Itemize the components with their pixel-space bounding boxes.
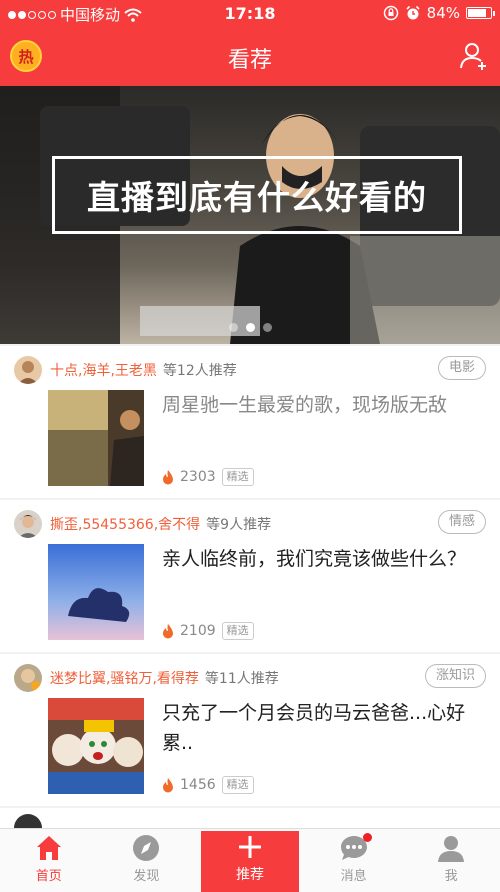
recommend-count: 等11人推荐 bbox=[204, 671, 279, 687]
article-title[interactable]: 只充了一个月会员的马云爸爸...心好累.. bbox=[162, 698, 486, 758]
tab-discover[interactable]: 发现 bbox=[98, 829, 196, 892]
article-stats: 1456 精选 bbox=[162, 776, 254, 794]
heat-count: 2303 bbox=[180, 469, 216, 485]
recommender-names[interactable]: 撕歪,55455366,舍不得 等9人推荐 bbox=[50, 514, 271, 534]
avatar[interactable] bbox=[14, 356, 42, 384]
recommender-list[interactable]: 十点,海羊,王老黑 bbox=[50, 363, 157, 379]
tab-me[interactable]: 我 bbox=[402, 829, 500, 892]
bottom-tab-bar: 首页 发现 推荐 消息 我 bbox=[0, 828, 500, 892]
pager-dot[interactable] bbox=[228, 323, 238, 332]
flame-icon bbox=[163, 623, 173, 638]
unread-badge bbox=[362, 833, 372, 842]
add-friend-icon[interactable] bbox=[458, 40, 490, 72]
avatar[interactable] bbox=[14, 664, 42, 692]
recommendation-feed: 十点,海羊,王老黑 等12人推荐 电影 周星驰一生最爱的歌，现场版无敌 2303 … bbox=[0, 346, 500, 828]
recommender-names[interactable]: 迷梦比翼,骚铭万,看得荐 等11人推荐 bbox=[50, 668, 279, 688]
battery-percent: 84% bbox=[426, 4, 460, 22]
article-title[interactable]: 亲人临终前，我们究竟该做些什么？ bbox=[162, 544, 486, 574]
battery-icon bbox=[466, 7, 495, 19]
banner-title: 直播到底有什么好看的 bbox=[87, 178, 427, 217]
article-thumbnail[interactable] bbox=[48, 698, 144, 794]
pager-dot-active[interactable] bbox=[245, 323, 255, 332]
alarm-icon bbox=[406, 5, 420, 20]
featured-banner[interactable]: 直播到底有什么好看的 bbox=[0, 86, 500, 344]
category-tag[interactable]: 涨知识 bbox=[424, 664, 486, 688]
plus-icon bbox=[238, 836, 261, 858]
recommender-names[interactable]: 十点,海羊,王老黑 等12人推荐 bbox=[50, 360, 237, 380]
status-right: 84% bbox=[383, 4, 495, 22]
tab-label: 首页 bbox=[35, 869, 62, 884]
article-stats: 2109 精选 bbox=[162, 622, 254, 640]
tab-home[interactable]: 首页 bbox=[0, 829, 98, 892]
flame-icon bbox=[163, 469, 173, 484]
tab-label: 发现 bbox=[133, 869, 160, 884]
flame-icon bbox=[163, 777, 173, 792]
feed-card[interactable]: 十点,海羊,王老黑 等12人推荐 电影 周星驰一生最爱的歌，现场版无敌 2303 … bbox=[0, 346, 500, 498]
category-tag[interactable]: 电影 bbox=[437, 356, 486, 380]
article-title[interactable]: 周星驰一生最爱的歌，现场版无敌 bbox=[162, 390, 486, 420]
tab-messages[interactable]: 消息 bbox=[305, 829, 403, 892]
compass-icon bbox=[133, 835, 160, 861]
nav-header: 热 看荐 bbox=[0, 28, 500, 86]
feed-card[interactable]: 迷梦比翼,骚铭万,看得荐 等11人推荐 涨知识 只充了一个月会员的马云爸爸...心… bbox=[0, 654, 500, 806]
pager-dot[interactable] bbox=[262, 323, 272, 332]
article-thumbnail[interactable] bbox=[48, 544, 144, 640]
tab-label: 推荐 bbox=[235, 867, 264, 883]
avatar[interactable] bbox=[14, 510, 42, 538]
screen: 中国移动 17:18 84% 热 看荐 直播到底有什么好看的 十点,海羊,王老黑… bbox=[0, 0, 500, 892]
feed-card-partial[interactable] bbox=[0, 808, 500, 828]
page-title: 看荐 bbox=[227, 48, 272, 73]
profile-icon bbox=[438, 836, 465, 862]
recommend-count: 等12人推荐 bbox=[162, 363, 237, 379]
recommender-list[interactable]: 迷梦比翼,骚铭万,看得荐 bbox=[50, 671, 199, 687]
featured-label: 精选 bbox=[221, 776, 254, 794]
category-tag[interactable]: 情感 bbox=[437, 510, 486, 534]
article-thumbnail[interactable] bbox=[48, 390, 144, 486]
tab-label: 消息 bbox=[340, 869, 367, 884]
status-bar: 中国移动 17:18 84% bbox=[0, 0, 500, 28]
banner-pager bbox=[0, 323, 500, 332]
featured-label: 精选 bbox=[221, 468, 254, 486]
recommender-list[interactable]: 撕歪,55455366,舍不得 bbox=[50, 517, 200, 533]
article-stats: 2303 精选 bbox=[162, 468, 254, 486]
rotation-lock-icon bbox=[383, 5, 398, 21]
avatar[interactable] bbox=[14, 814, 42, 828]
tab-label: 我 bbox=[444, 869, 458, 884]
featured-label: 精选 bbox=[221, 622, 254, 640]
recommend-count: 等9人推荐 bbox=[206, 517, 272, 533]
home-icon bbox=[36, 836, 61, 860]
feed-card[interactable]: 撕歪,55455366,舍不得 等9人推荐 情感 亲人临终前，我们究竟该做些什么？… bbox=[0, 500, 500, 652]
heat-count: 2109 bbox=[180, 623, 216, 639]
battery-level bbox=[468, 9, 486, 17]
banner-title-frame: 直播到底有什么好看的 bbox=[52, 156, 462, 234]
heat-count: 1456 bbox=[180, 777, 216, 793]
tab-recommend[interactable]: 推荐 bbox=[201, 831, 299, 892]
